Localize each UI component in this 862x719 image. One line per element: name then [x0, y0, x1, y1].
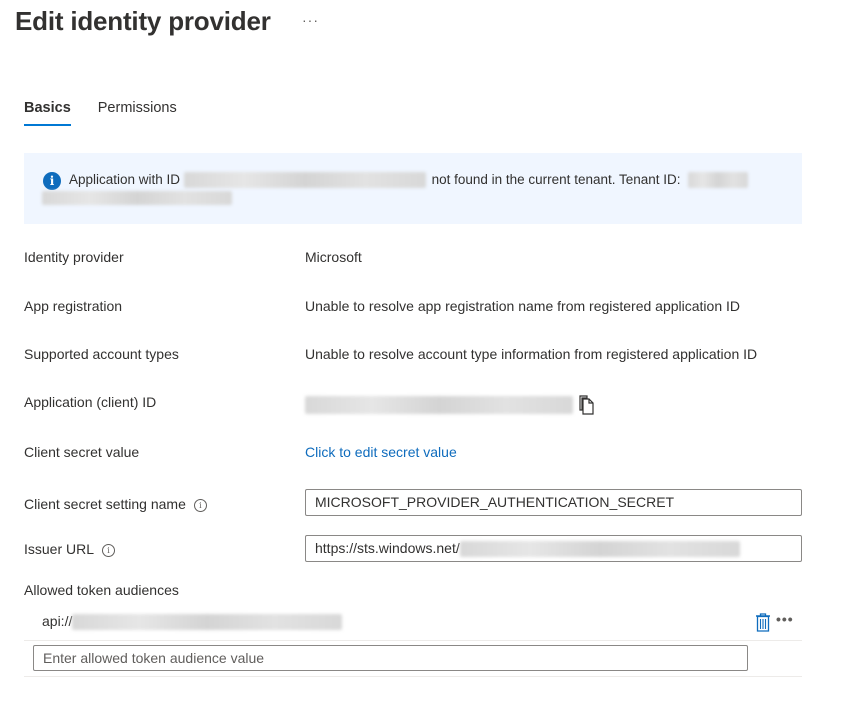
allowed-token-audiences-label: Allowed token audiences: [24, 582, 179, 598]
tab-basics[interactable]: Basics: [24, 100, 71, 126]
app-registration-value: Unable to resolve app registration name …: [305, 298, 741, 314]
audience-prefix: api://: [42, 613, 73, 629]
audience-value: api://: [42, 613, 343, 631]
audience-input-row: [24, 640, 802, 677]
info-banner-text: Application with ID not found in the cur…: [42, 171, 782, 205]
page-title: Edit identity provider: [15, 6, 271, 36]
identity-provider-label: Identity provider: [24, 249, 124, 265]
supported-account-types-label: Supported account types: [24, 346, 179, 362]
identity-provider-value: Microsoft: [305, 249, 362, 265]
tab-bar: Basics Permissions: [24, 100, 177, 126]
application-client-id-label: Application (client) ID: [24, 394, 157, 410]
edit-secret-value-link[interactable]: Click to edit secret value: [305, 444, 457, 460]
trash-icon[interactable]: [755, 612, 771, 632]
supported-account-types-value: Unable to resolve account type informati…: [305, 346, 758, 362]
info-icon[interactable]: i: [102, 544, 116, 557]
client-secret-setting-name-field[interactable]: MICROSOFT_PROVIDER_AUTHENTICATION_SECRET: [305, 489, 802, 516]
redacted-audience-id: [72, 614, 343, 631]
redacted-client-id: [305, 396, 573, 415]
app-registration-label: App registration: [24, 298, 123, 314]
redacted-tenant-id: [688, 172, 749, 189]
client-secret-value-label: Client secret value: [24, 444, 140, 460]
audience-more-options-button[interactable]: •••: [776, 611, 794, 627]
info-icon[interactable]: i: [193, 499, 207, 512]
info-text-before: Application with ID: [69, 172, 181, 187]
client-secret-setting-name-text: Client secret setting name: [24, 496, 186, 512]
info-icon: i: [43, 172, 61, 190]
info-text-middle: not found in the current tenant. Tenant …: [431, 172, 681, 187]
more-options-button[interactable]: ···: [302, 12, 319, 28]
redacted-application-id: [183, 172, 426, 189]
issuer-url-label: Issuer URL i: [24, 541, 116, 557]
client-secret-setting-name-label: Client secret setting name i: [24, 496, 207, 512]
audience-input[interactable]: [33, 645, 748, 671]
application-client-id-value: [305, 396, 573, 415]
info-banner: i Application with ID not found in the c…: [24, 153, 802, 224]
issuer-url-prefix: https://sts.windows.net/: [315, 540, 460, 556]
redacted-issuer-tenant: [459, 541, 740, 558]
redacted-tenant-id-continued: [42, 190, 232, 205]
tab-permissions[interactable]: Permissions: [98, 100, 177, 124]
copy-icon[interactable]: [578, 395, 596, 415]
issuer-url-text: Issuer URL: [24, 541, 95, 557]
audience-list-item: api:// •••: [24, 603, 802, 641]
issuer-url-field[interactable]: https://sts.windows.net/: [305, 535, 802, 562]
